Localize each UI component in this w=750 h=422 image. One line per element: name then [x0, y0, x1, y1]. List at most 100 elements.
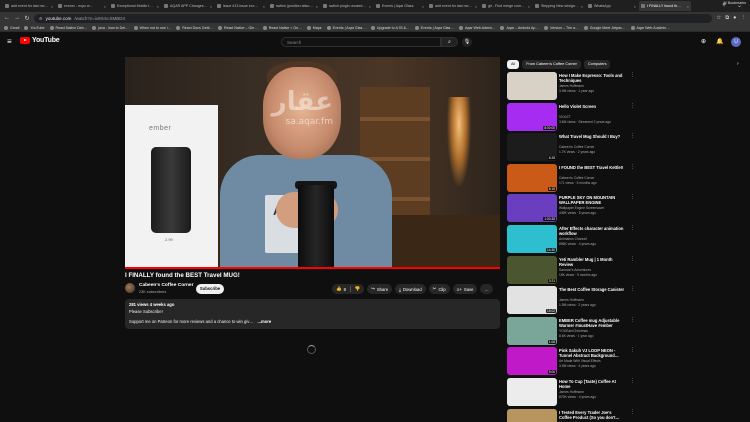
- recommended-video-title[interactable]: EMBER Coffee mug Adjustable Warmer #must…: [559, 318, 625, 328]
- like-dislike-button[interactable]: 👍 8 👎: [332, 284, 365, 294]
- bookmark-item[interactable]: Maps: [306, 25, 322, 30]
- url-input[interactable]: ⚙ youtube.com/watch?v=ix9XmcSMBD4: [34, 13, 713, 23]
- browser-menu-icon[interactable]: ⋮: [741, 15, 747, 22]
- back-icon[interactable]: ←: [4, 15, 10, 21]
- more-actions-button[interactable]: …: [480, 284, 493, 294]
- search-icon[interactable]: ⌕: [441, 37, 458, 47]
- recommended-video-title[interactable]: I Tested Every Trader Joe's Coffee Produ…: [559, 410, 625, 420]
- more-options-icon[interactable]: ⋮: [630, 164, 635, 170]
- recommended-video[interactable]: How To Cup (Taste) Coffee At Home James H…: [507, 378, 745, 406]
- search-input[interactable]: Search: [281, 37, 441, 47]
- video-thumbnail[interactable]: 1:03:35: [507, 194, 557, 223]
- video-description[interactable]: 281 views 4 weeks ago Please Subscribe! …: [125, 299, 500, 329]
- close-icon[interactable]: ×: [210, 4, 212, 9]
- close-icon[interactable]: ×: [157, 4, 159, 9]
- browser-tab[interactable]: switch plugin unused … ×: [321, 1, 373, 11]
- video-thumbnail[interactable]: 14:30: [507, 225, 557, 253]
- clip-button[interactable]: ✂ Clip: [428, 284, 450, 294]
- more-options-icon[interactable]: ⋮: [630, 317, 635, 323]
- more-options-icon[interactable]: ⋮: [630, 409, 635, 415]
- bookmark-item[interactable]: Events | Aqar Glas…: [414, 25, 454, 30]
- more-options-icon[interactable]: ⋮: [630, 286, 635, 292]
- subscribe-button[interactable]: Subscribe: [196, 284, 224, 294]
- recommended-video-channel[interactable]: Wallpaper Engine Screensaver: [559, 206, 604, 210]
- more-options-icon[interactable]: ⋮: [630, 194, 635, 200]
- bookmark-item[interactable]: YouTube: [24, 25, 45, 30]
- close-icon[interactable]: ×: [422, 4, 424, 9]
- bookmark-item[interactable]: Upgrade to A 93 &…: [370, 25, 410, 30]
- more-options-icon[interactable]: ⋮: [630, 256, 635, 262]
- browser-tab[interactable]: issue #13 issue exc… ×: [215, 1, 267, 11]
- recommended-video[interactable]: How I Make Espresso: Tools and Technique…: [507, 72, 745, 100]
- all-bookmarks-button[interactable]: All Bookmarks: [723, 1, 746, 5]
- recommended-video-title[interactable]: How I Make Espresso: Tools and Technique…: [559, 73, 625, 83]
- more-options-icon[interactable]: ⋮: [630, 103, 635, 109]
- bookmark-item[interactable]: React Native > Ge…: [262, 25, 302, 30]
- microphone-icon[interactable]: 🎙: [462, 37, 472, 47]
- more-options-icon[interactable]: ⋮: [630, 72, 635, 78]
- recommended-video[interactable]: I Tested Every Trader Joe's Coffee Produ…: [507, 408, 745, 422]
- chevron-right-icon[interactable]: ›: [737, 61, 739, 67]
- create-video-icon[interactable]: ⊕: [701, 38, 706, 45]
- bookmark-item[interactable]: Aqar Web A admin…: [630, 25, 670, 30]
- video-thumbnail[interactable]: [507, 72, 557, 100]
- more-options-icon[interactable]: ⋮: [630, 133, 635, 139]
- thumbs-down-icon[interactable]: 👎: [354, 286, 360, 292]
- filter-chip[interactable]: All: [507, 60, 520, 69]
- more-options-icon[interactable]: ⋮: [630, 347, 635, 353]
- video-thumbnail[interactable]: 8:00:00: [507, 102, 557, 131]
- site-info-icon[interactable]: ⚙: [39, 16, 43, 21]
- recommended-video-channel[interactable]: YOUEarnChristmas: [559, 329, 588, 333]
- avatar[interactable]: U: [731, 37, 741, 47]
- close-icon[interactable]: ×: [369, 4, 371, 9]
- recommended-video[interactable]: 1:03:35 PURPLE SKY ON MOUNTAIN WALLPAPER …: [507, 194, 745, 223]
- recommended-video-channel[interactable]: Cabeen's Coffee Corner: [559, 145, 594, 149]
- filter-chip[interactable]: Computers: [583, 60, 611, 69]
- bookmark-item[interactable]: React Native Deb…: [49, 25, 87, 30]
- recommended-video-title[interactable]: I FOUND the BEST Travel Kettle!!: [559, 165, 625, 170]
- profile-icon[interactable]: ●: [733, 15, 736, 22]
- recommended-video-channel[interactable]: James Hoffmann: [559, 84, 584, 88]
- recommended-video-title[interactable]: Yeti Rambler Mug | 1 Month Review: [559, 257, 625, 267]
- browser-tab[interactable]: exxxxx - expo w… ×: [56, 1, 108, 11]
- recommended-video[interactable]: 3:21 Yeti Rambler Mug | 1 Month Review Sam…: [507, 255, 745, 284]
- recommended-video-channel[interactable]: Art Made With Visual Effects: [559, 359, 601, 363]
- browser-tab[interactable]: Events | Aqar Glass ×: [374, 1, 426, 11]
- browser-tab[interactable]: Stepping New design … ×: [533, 1, 585, 11]
- recommended-video-title[interactable]: The Best Coffee Storage Canister: [559, 287, 625, 292]
- show-more-link[interactable]: ...more: [258, 319, 272, 324]
- browser-tab[interactable]: switch (position abso… ×: [268, 1, 320, 11]
- youtube-logo[interactable]: YouTube: [20, 37, 60, 44]
- close-icon[interactable]: ×: [528, 4, 530, 9]
- browser-tab[interactable]: I FINALLY found th… ×: [639, 1, 691, 11]
- video-thumbnail[interactable]: [507, 408, 557, 422]
- extensions-icon[interactable]: ⧉: [725, 15, 729, 22]
- video-thumbnail[interactable]: 3:21: [507, 255, 557, 284]
- forward-icon[interactable]: →: [14, 15, 20, 21]
- video-thumbnail[interactable]: 8:15: [507, 163, 557, 192]
- recommended-video[interactable]: 6:28 What Travel Mug Should I Buy? Cabeen'…: [507, 133, 745, 162]
- thumbs-up-icon[interactable]: 👍: [336, 286, 342, 292]
- recommended-video-channel[interactable]: Cabeen's Coffee Corner: [559, 176, 594, 180]
- recommended-video[interactable]: 15:02 The Best Coffee Storage Canister Jam…: [507, 286, 745, 315]
- video-thumbnail[interactable]: 5:00: [507, 347, 557, 376]
- recommended-video[interactable]: 5:00 Pink Sakuh VJ LOOP NEON - Tunnel Abs…: [507, 347, 745, 376]
- bookmark-item[interactable]: Gmail: [4, 25, 19, 30]
- video-player[interactable]: ember 2.99 AP عقار sa.aqar.fm: [125, 57, 500, 269]
- menu-icon[interactable]: ≡: [7, 38, 12, 46]
- bookmark-item[interactable]: Version – The a…: [544, 25, 579, 30]
- video-thumbnail[interactable]: 15:02: [507, 286, 557, 315]
- channel-avatar[interactable]: [125, 283, 135, 293]
- filter-chip[interactable]: From Cabeen's Coffee Corner: [522, 60, 581, 69]
- recommended-video-title[interactable]: Pink Sakuh VJ LOOP NEON - Tunnel Abstrac…: [559, 348, 625, 358]
- close-icon[interactable]: ×: [634, 4, 636, 9]
- recommended-video-title[interactable]: After Effects character animation workfl…: [559, 226, 625, 236]
- recommended-video-channel[interactable]: Animation Channel: [559, 237, 587, 241]
- video-thumbnail[interactable]: 1:06: [507, 316, 557, 345]
- close-icon[interactable]: ×: [51, 4, 53, 9]
- close-icon[interactable]: ×: [475, 4, 477, 9]
- recommended-video-title[interactable]: How To Cup (Taste) Coffee At Home: [559, 379, 625, 389]
- close-icon[interactable]: ×: [316, 4, 318, 9]
- recommended-video[interactable]: 8:15 I FOUND the BEST Travel Kettle!! Cabe…: [507, 163, 745, 192]
- bookmark-item[interactable]: React Native – Gle…: [217, 25, 258, 30]
